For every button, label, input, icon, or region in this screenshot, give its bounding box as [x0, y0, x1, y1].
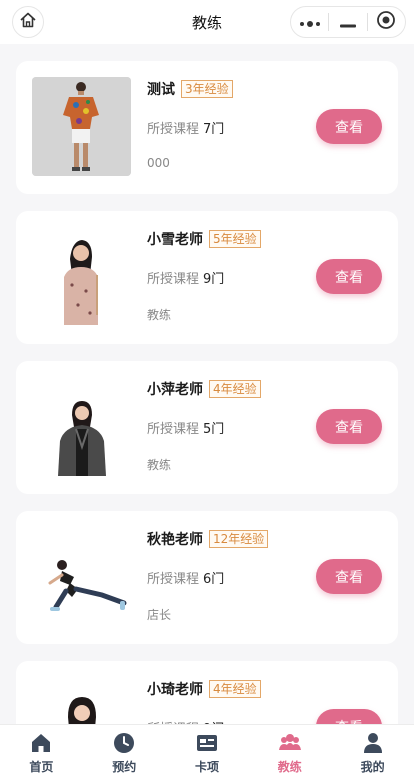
course-label: 所授课程 [147, 572, 200, 587]
coach-info: 小萍老师 4年经验 所授课程 5门 教练 [147, 379, 307, 473]
view-button[interactable]: 查看 [316, 259, 382, 294]
tab-label: 首页 [29, 760, 54, 774]
coach-group-icon [278, 731, 302, 755]
clock-icon [112, 731, 136, 755]
course-label: 所授课程 [147, 122, 200, 137]
coach-name: 测试 [147, 82, 175, 98]
experience-badge: 4年经验 [209, 380, 261, 398]
coach-card[interactable]: 测试 3年经验 所授课程 7门 000 查看 [16, 61, 398, 194]
coach-photo [32, 77, 131, 176]
coach-info: 测试 3年经验 所授课程 7门 000 [147, 79, 307, 170]
coach-card[interactable]: 小萍老师 4年经验 所授课程 5门 教练 查看 [16, 361, 398, 494]
course-count: 9门 [203, 272, 225, 287]
close-button[interactable] [368, 7, 405, 37]
page-title: 教练 [191, 13, 222, 32]
top-nav-bar: 教练 [0, 0, 414, 44]
mini-program-capsule [290, 6, 406, 38]
coach-info: 小雪老师 5年经验 所授课程 9门 教练 [147, 229, 307, 323]
coach-name: 小雪老师 [147, 232, 203, 248]
view-button[interactable]: 查看 [316, 409, 382, 444]
coach-photo [32, 227, 131, 326]
minimize-button[interactable] [329, 7, 366, 37]
experience-badge: 5年经验 [209, 230, 261, 248]
coach-card[interactable]: 秋艳老师 12年经验 所授课程 6门 店长 查看 [16, 511, 398, 644]
tab-home[interactable]: 首页 [0, 725, 83, 780]
tab-label: 教练 [277, 760, 302, 774]
experience-badge: 4年经验 [209, 680, 261, 698]
coach-photo [32, 527, 131, 626]
coach-description: 000 [147, 156, 170, 170]
tab-mine[interactable]: 我的 [331, 725, 414, 780]
course-label: 所授课程 [147, 422, 200, 437]
more-dots-icon [299, 13, 321, 32]
card-icon [195, 731, 219, 755]
coach-description: 教练 [147, 308, 172, 322]
tab-cards[interactable]: 卡项 [166, 725, 249, 780]
view-button[interactable]: 查看 [316, 109, 382, 144]
course-count: 7门 [203, 122, 225, 137]
coach-card[interactable]: 小雪老师 5年经验 所授课程 9门 教练 查看 [16, 211, 398, 344]
minimize-icon [339, 13, 356, 32]
coach-photo [32, 377, 131, 476]
coach-name: 小琦老师 [147, 682, 203, 698]
coach-description: 教练 [147, 458, 172, 472]
tab-label: 卡项 [194, 760, 219, 774]
home-button[interactable] [12, 6, 44, 38]
course-label: 所授课程 [147, 272, 200, 287]
tab-booking[interactable]: 预约 [83, 725, 166, 780]
user-icon [361, 731, 385, 755]
home-icon [29, 731, 53, 755]
experience-badge: 3年经验 [181, 80, 233, 98]
course-count: 6门 [203, 572, 225, 587]
coach-name: 秋艳老师 [147, 532, 203, 548]
tab-label: 我的 [360, 760, 385, 774]
experience-badge: 12年经验 [209, 530, 269, 548]
course-count: 5门 [203, 422, 225, 437]
coach-list: 测试 3年经验 所授课程 7门 000 查看 小雪老师 5年经验 所授课程 9门… [16, 61, 398, 780]
tab-coach[interactable]: 教练 [248, 725, 331, 780]
home-icon [19, 11, 37, 33]
coach-name: 小萍老师 [147, 382, 203, 398]
coach-description: 店长 [147, 608, 172, 622]
bottom-tab-bar: 首页 预约 卡项 教练 我的 [0, 724, 414, 780]
coach-info: 秋艳老师 12年经验 所授课程 6门 店长 [147, 529, 307, 623]
tab-label: 预约 [112, 760, 137, 774]
more-button[interactable] [291, 7, 328, 37]
view-button[interactable]: 查看 [316, 559, 382, 594]
target-close-icon [376, 10, 396, 34]
